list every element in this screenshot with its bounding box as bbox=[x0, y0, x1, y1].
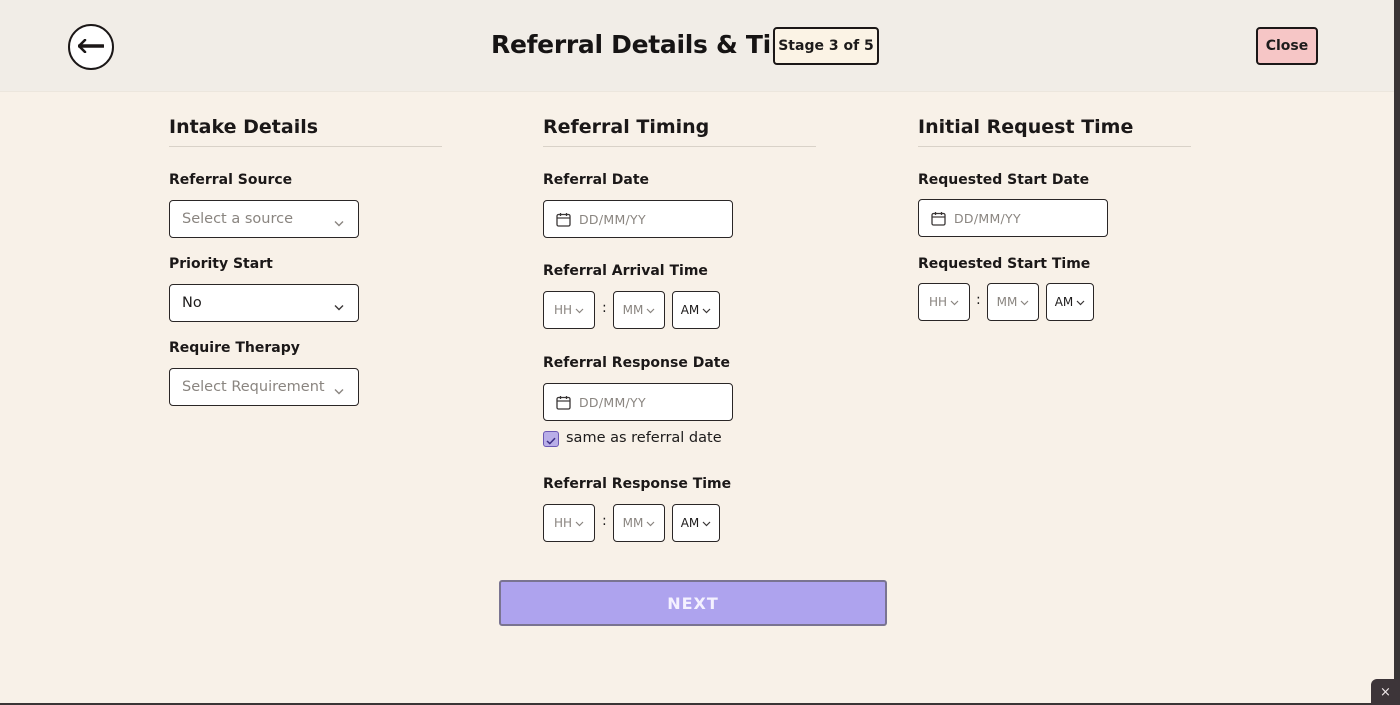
requested-ampm-select[interactable]: AM bbox=[1046, 283, 1094, 321]
time-separator: : bbox=[976, 292, 981, 308]
require-therapy-select[interactable]: Select Requirement bbox=[169, 368, 359, 406]
requested-hour-select[interactable]: HH bbox=[918, 283, 970, 321]
next-button[interactable]: NEXT bbox=[499, 580, 887, 626]
referral-date-placeholder: DD/MM/YY bbox=[579, 211, 646, 227]
requested-start-date-input[interactable]: DD/MM/YY bbox=[918, 199, 1108, 237]
chevron-down-icon bbox=[646, 516, 655, 530]
time-separator: : bbox=[602, 513, 607, 529]
calendar-icon bbox=[931, 211, 946, 226]
response-hour-placeholder: HH bbox=[553, 516, 573, 530]
arrival-ampm-select[interactable]: AM bbox=[672, 291, 720, 329]
requested-hour-placeholder: HH bbox=[928, 295, 948, 309]
chevron-down-icon bbox=[334, 215, 344, 231]
priority-start-value: No bbox=[182, 295, 202, 311]
response-date-input[interactable]: DD/MM/YY bbox=[543, 383, 733, 421]
intake-divider bbox=[169, 146, 442, 147]
arrival-minute-select[interactable]: MM bbox=[613, 291, 665, 329]
requested-start-date-label: Requested Start Date bbox=[918, 172, 1090, 188]
intake-section-title: Intake Details bbox=[169, 116, 319, 138]
require-therapy-label: Require Therapy bbox=[169, 340, 300, 356]
corner-close-button[interactable]: × bbox=[1371, 679, 1400, 705]
response-minute-placeholder: MM bbox=[622, 516, 644, 530]
chevron-down-icon bbox=[575, 516, 584, 530]
referral-date-label: Referral Date bbox=[543, 172, 650, 188]
response-date-placeholder: DD/MM/YY bbox=[579, 394, 646, 410]
referral-source-select[interactable]: Select a source bbox=[169, 200, 359, 238]
response-date-label: Referral Response Date bbox=[543, 355, 730, 371]
initial-divider bbox=[918, 146, 1191, 147]
timing-divider bbox=[543, 146, 816, 147]
requested-start-date-placeholder: DD/MM/YY bbox=[954, 210, 1021, 226]
header-bar: Referral Details & Timing Stage 3 of 5 C… bbox=[0, 0, 1394, 92]
time-separator: : bbox=[602, 300, 607, 316]
initial-section-title: Initial Request Time bbox=[918, 116, 1134, 138]
priority-start-select[interactable]: No bbox=[169, 284, 359, 322]
back-button[interactable] bbox=[68, 24, 114, 70]
response-hour-select[interactable]: HH bbox=[543, 504, 595, 542]
requested-start-time-label: Requested Start Time bbox=[918, 256, 1091, 272]
referral-window: Referral Details & Timing Stage 3 of 5 C… bbox=[0, 0, 1394, 703]
chevron-down-icon bbox=[575, 303, 584, 317]
same-as-referral-label[interactable]: same as referral date bbox=[566, 430, 722, 446]
response-time-label: Referral Response Time bbox=[543, 476, 732, 492]
response-ampm-select[interactable]: AM bbox=[672, 504, 720, 542]
requested-minute-select[interactable]: MM bbox=[987, 283, 1039, 321]
arrival-hour-select[interactable]: HH bbox=[543, 291, 595, 329]
arrival-ampm-value: AM bbox=[680, 303, 700, 317]
chevron-down-icon bbox=[334, 383, 344, 399]
chevron-down-icon bbox=[1076, 295, 1085, 309]
referral-source-label: Referral Source bbox=[169, 172, 293, 188]
referral-source-placeholder: Select a source bbox=[182, 211, 293, 227]
arrow-left-icon bbox=[77, 38, 105, 57]
arrival-minute-placeholder: MM bbox=[622, 303, 644, 317]
referral-date-input[interactable]: DD/MM/YY bbox=[543, 200, 733, 238]
priority-start-label: Priority Start bbox=[169, 256, 273, 272]
chevron-down-icon bbox=[702, 303, 711, 317]
response-minute-select[interactable]: MM bbox=[613, 504, 665, 542]
require-therapy-placeholder: Select Requirement bbox=[182, 379, 325, 395]
chevron-down-icon bbox=[702, 516, 711, 530]
chevron-down-icon bbox=[334, 299, 344, 315]
arrival-hour-placeholder: HH bbox=[553, 303, 573, 317]
calendar-icon bbox=[556, 212, 571, 227]
close-button[interactable]: Close bbox=[1256, 27, 1318, 65]
timing-section-title: Referral Timing bbox=[543, 116, 710, 138]
requested-minute-placeholder: MM bbox=[996, 295, 1018, 309]
requested-ampm-value: AM bbox=[1054, 295, 1074, 309]
chevron-down-icon bbox=[1020, 295, 1029, 309]
calendar-icon bbox=[556, 395, 571, 410]
chevron-down-icon bbox=[646, 303, 655, 317]
stage-badge: Stage 3 of 5 bbox=[773, 27, 879, 65]
same-as-referral-checkbox[interactable] bbox=[543, 431, 559, 447]
checkmark-icon bbox=[546, 430, 556, 449]
response-ampm-value: AM bbox=[680, 516, 700, 530]
arrival-time-label: Referral Arrival Time bbox=[543, 263, 708, 279]
chevron-down-icon bbox=[950, 295, 959, 309]
